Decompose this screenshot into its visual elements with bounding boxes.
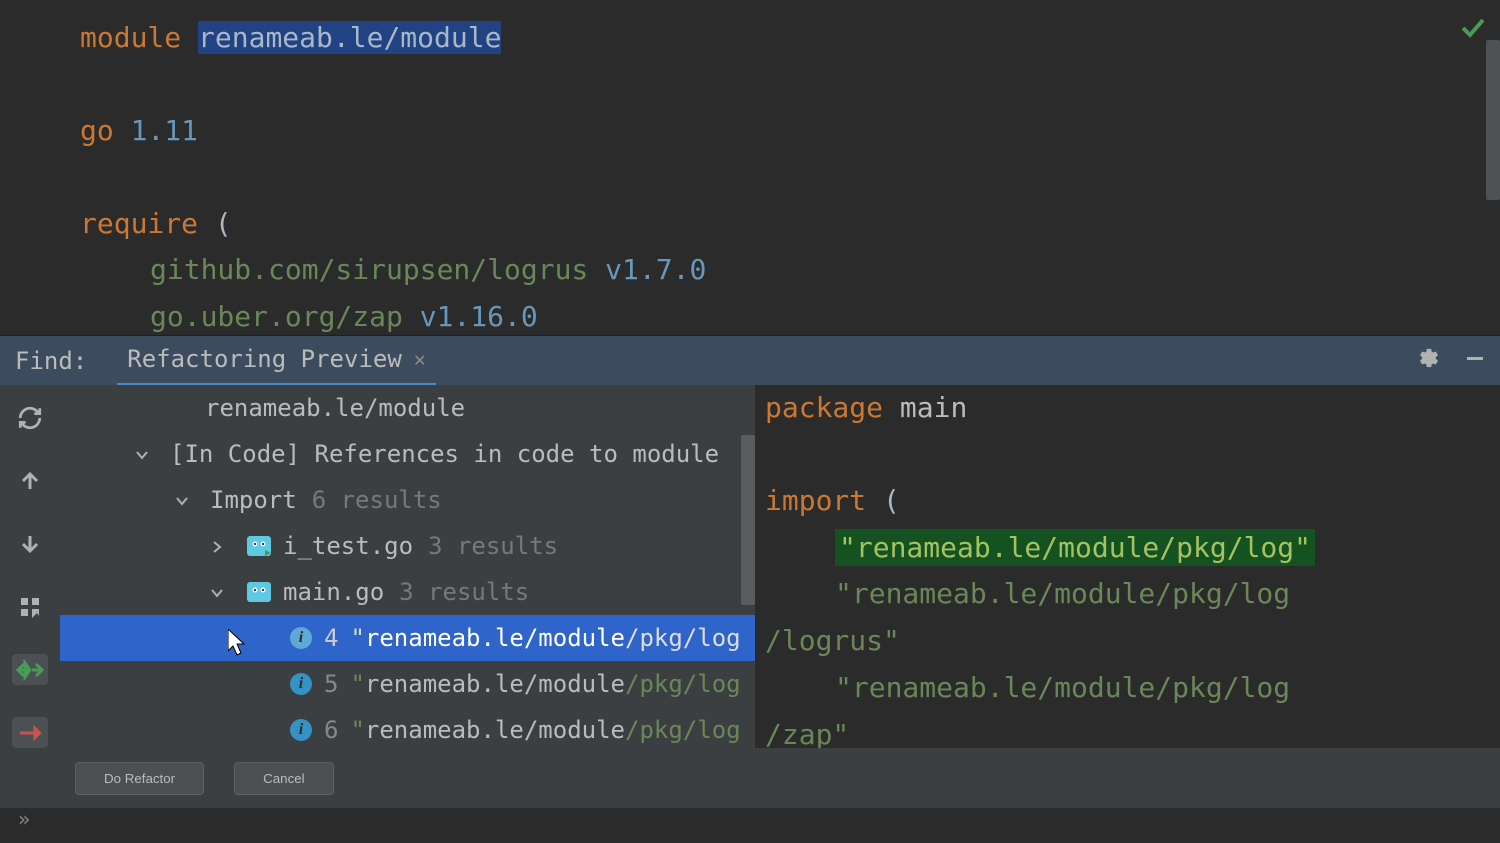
paren-open: ( — [215, 207, 232, 240]
preview-editor[interactable]: package main import ( "renameab.le/modul… — [755, 385, 1500, 748]
result-count: 3 results — [399, 578, 529, 606]
info-icon: i — [290, 719, 312, 741]
results-tree[interactable]: renameab.le/module [In Code] References … — [60, 385, 755, 748]
arrow-down-icon[interactable] — [12, 529, 48, 560]
highlighted-import: "renameab.le/module/pkg/log" — [835, 529, 1315, 566]
go-version: 1.11 — [131, 114, 198, 147]
match-highlight: renameab.le/module — [365, 624, 625, 652]
preview-line: /logrus" — [765, 618, 1490, 665]
module-path: renameab.le/module — [198, 21, 501, 54]
keyword-go: go — [80, 114, 114, 147]
tree-scrollbar[interactable] — [741, 435, 755, 605]
preview-line: import ( — [765, 478, 1490, 525]
refresh-icon[interactable] — [12, 403, 48, 434]
editor-scrollbar[interactable] — [1486, 40, 1500, 200]
cursor-icon — [228, 629, 248, 657]
match-rest: /pkg/log — [625, 716, 741, 744]
match-rest: /pkg/log — [625, 624, 741, 652]
preview-line: "renameab.le/module/pkg/log — [765, 571, 1490, 618]
code-editor[interactable]: module renameab.le/module go 1.11 requir… — [0, 0, 1500, 335]
tab-title: Refactoring Preview — [127, 345, 402, 373]
keyword-module: module — [80, 21, 181, 54]
import-label: Import — [210, 486, 297, 514]
tree-heading[interactable]: [In Code] References in code to module — [60, 431, 755, 477]
tree-match[interactable]: i 5 "renameab.le/module/pkg/log — [60, 661, 755, 707]
preview-line: "renameab.le/module/pkg/log" — [765, 525, 1490, 572]
go-file-icon — [245, 532, 273, 560]
find-label: Find: — [15, 347, 87, 375]
keyword-require: require — [80, 207, 198, 240]
find-panel-body: renameab.le/module [In Code] References … — [0, 385, 1500, 748]
tree-root-label: renameab.le/module — [205, 394, 465, 422]
more-handle-icon[interactable]: » — [18, 807, 30, 831]
preview-line: /zap" — [765, 712, 1490, 749]
cancel-button[interactable]: Cancel — [234, 762, 334, 795]
tree-file[interactable]: i_test.go 3 results — [60, 523, 755, 569]
tree-file[interactable]: main.go 3 results — [60, 569, 755, 615]
chevron-right-icon — [210, 532, 230, 560]
line-number: 5 — [324, 670, 338, 698]
match-highlight: renameab.le/module — [365, 716, 625, 744]
find-panel-header: Find: Refactoring Preview ✕ — [0, 335, 1500, 385]
tree-import-group[interactable]: Import 6 results — [60, 477, 755, 523]
gear-icon[interactable] — [1418, 347, 1440, 375]
apply-icon[interactable] — [12, 654, 48, 685]
info-icon: i — [290, 673, 312, 695]
file-name: main.go — [283, 578, 384, 606]
action-buttons: Do Refactor Cancel — [0, 748, 1500, 808]
file-name: i_test.go — [283, 532, 413, 560]
dependency-name: github.com/sirupsen/logrus — [150, 253, 588, 286]
tab-refactoring-preview[interactable]: Refactoring Preview ✕ — [117, 336, 436, 386]
preview-line: package main — [765, 385, 1490, 432]
quote: " — [350, 624, 364, 652]
match-rest: /pkg/log — [625, 670, 741, 698]
tree-root[interactable]: renameab.le/module — [60, 385, 755, 431]
line-number: 4 — [324, 624, 338, 652]
close-icon[interactable]: ✕ — [414, 347, 426, 371]
info-icon: i — [290, 627, 312, 649]
chevron-down-icon — [210, 578, 230, 606]
tree-match[interactable]: i 4 "renameab.le/module/pkg/log — [60, 615, 755, 661]
minimize-icon[interactable] — [1465, 348, 1485, 374]
chevron-down-icon — [175, 486, 195, 514]
dependency-name: go.uber.org/zap — [150, 300, 403, 333]
result-count: 6 results — [312, 486, 442, 514]
line-number: 6 — [324, 716, 338, 744]
status-ok-icon — [1461, 10, 1485, 50]
result-count: 3 results — [428, 532, 558, 560]
tree-match[interactable]: i 6 "renameab.le/module/pkg/log — [60, 707, 755, 748]
dependency-version: v1.16.0 — [420, 300, 538, 333]
preview-line: "renameab.le/module/pkg/log — [765, 665, 1490, 712]
dependency-version: v1.7.0 — [605, 253, 706, 286]
revert-icon[interactable] — [12, 717, 48, 748]
go-file-icon — [245, 578, 273, 606]
editor-line: require ( — [80, 201, 1500, 248]
find-sidebar — [0, 385, 60, 748]
tree-heading-label: [In Code] References in code to module — [170, 440, 719, 468]
editor-line: github.com/sirupsen/logrus v1.7.0 — [80, 247, 1500, 294]
editor-line: go.uber.org/zap v1.16.0 — [80, 294, 1500, 341]
chevron-down-icon — [135, 440, 155, 468]
expand-all-icon[interactable] — [12, 591, 48, 622]
do-refactor-button[interactable]: Do Refactor — [75, 762, 204, 795]
arrow-up-icon[interactable] — [12, 466, 48, 497]
editor-line: go 1.11 — [80, 108, 1500, 155]
match-highlight: renameab.le/module — [365, 670, 625, 698]
editor-line: module renameab.le/module — [80, 15, 1500, 62]
